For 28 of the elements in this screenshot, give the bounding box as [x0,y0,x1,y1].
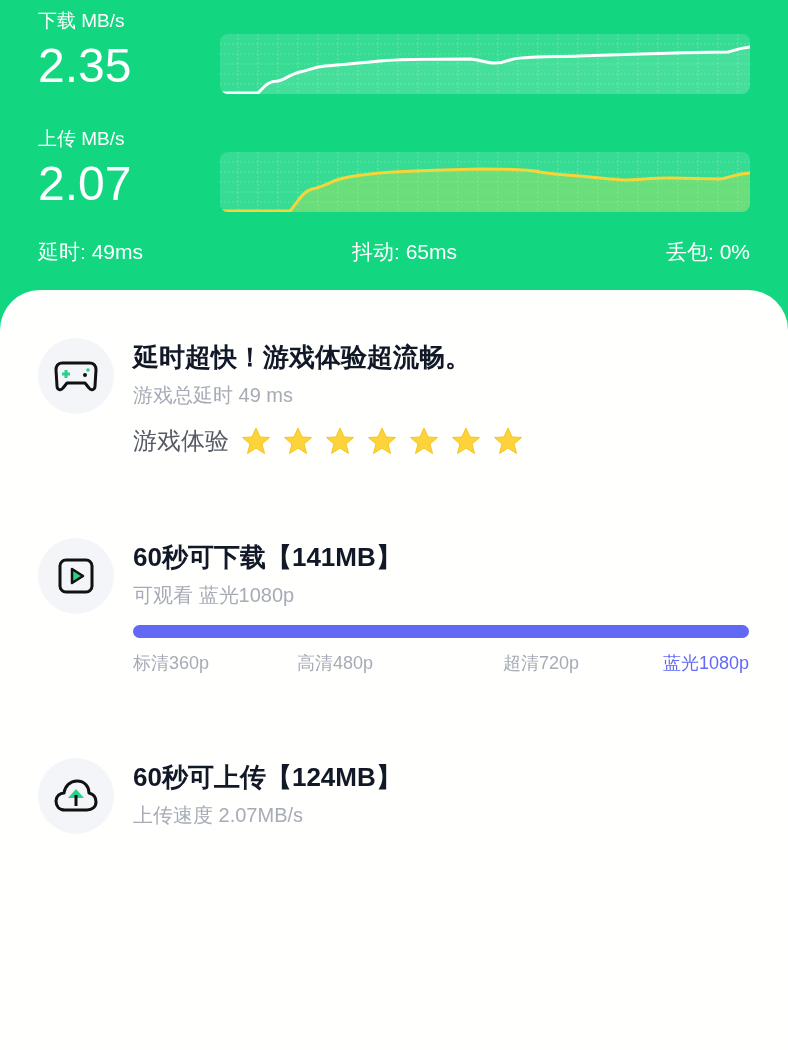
speed-label: 上传 MB/s [38,127,125,151]
star-icon [493,426,523,456]
result-subtitle: 可观看 蓝光1080p [133,583,295,608]
result-title: 60秒可下载【141MB】 [133,541,402,574]
rating-label: 游戏体验 [133,426,229,456]
stat-text: 延时: 49ms [38,239,144,265]
result-title: 60秒可上传【124MB】 [133,761,402,794]
cloud-upload-icon [54,779,98,813]
quality-label: 标清360p [133,652,210,675]
gamepad-icon [54,360,98,392]
play-icon [58,558,94,594]
star-icon [367,426,397,456]
stat-text: 丢包: 0% [665,239,750,265]
star-icon [451,426,481,456]
speed-value: 2.07 [38,156,132,212]
quality-label: 超清720p [503,652,580,675]
speed-label: 下载 MB/s [38,9,125,33]
quality-label: 蓝光1080p [662,652,749,675]
speed-value: 2.35 [38,38,132,94]
star-icon [409,426,439,456]
result-subtitle: 游戏总延时 49 ms [133,383,294,408]
stat-text: 抖动: 65ms [352,239,457,265]
star-icon [241,426,271,456]
quality-label: 高清480p [297,652,374,675]
star-icon [283,426,313,456]
star-icon [325,426,355,456]
result-title: 延时超快！游戏体验超流畅。 [133,341,471,374]
result-subtitle: 上传速度 2.07MB/s [133,803,304,828]
